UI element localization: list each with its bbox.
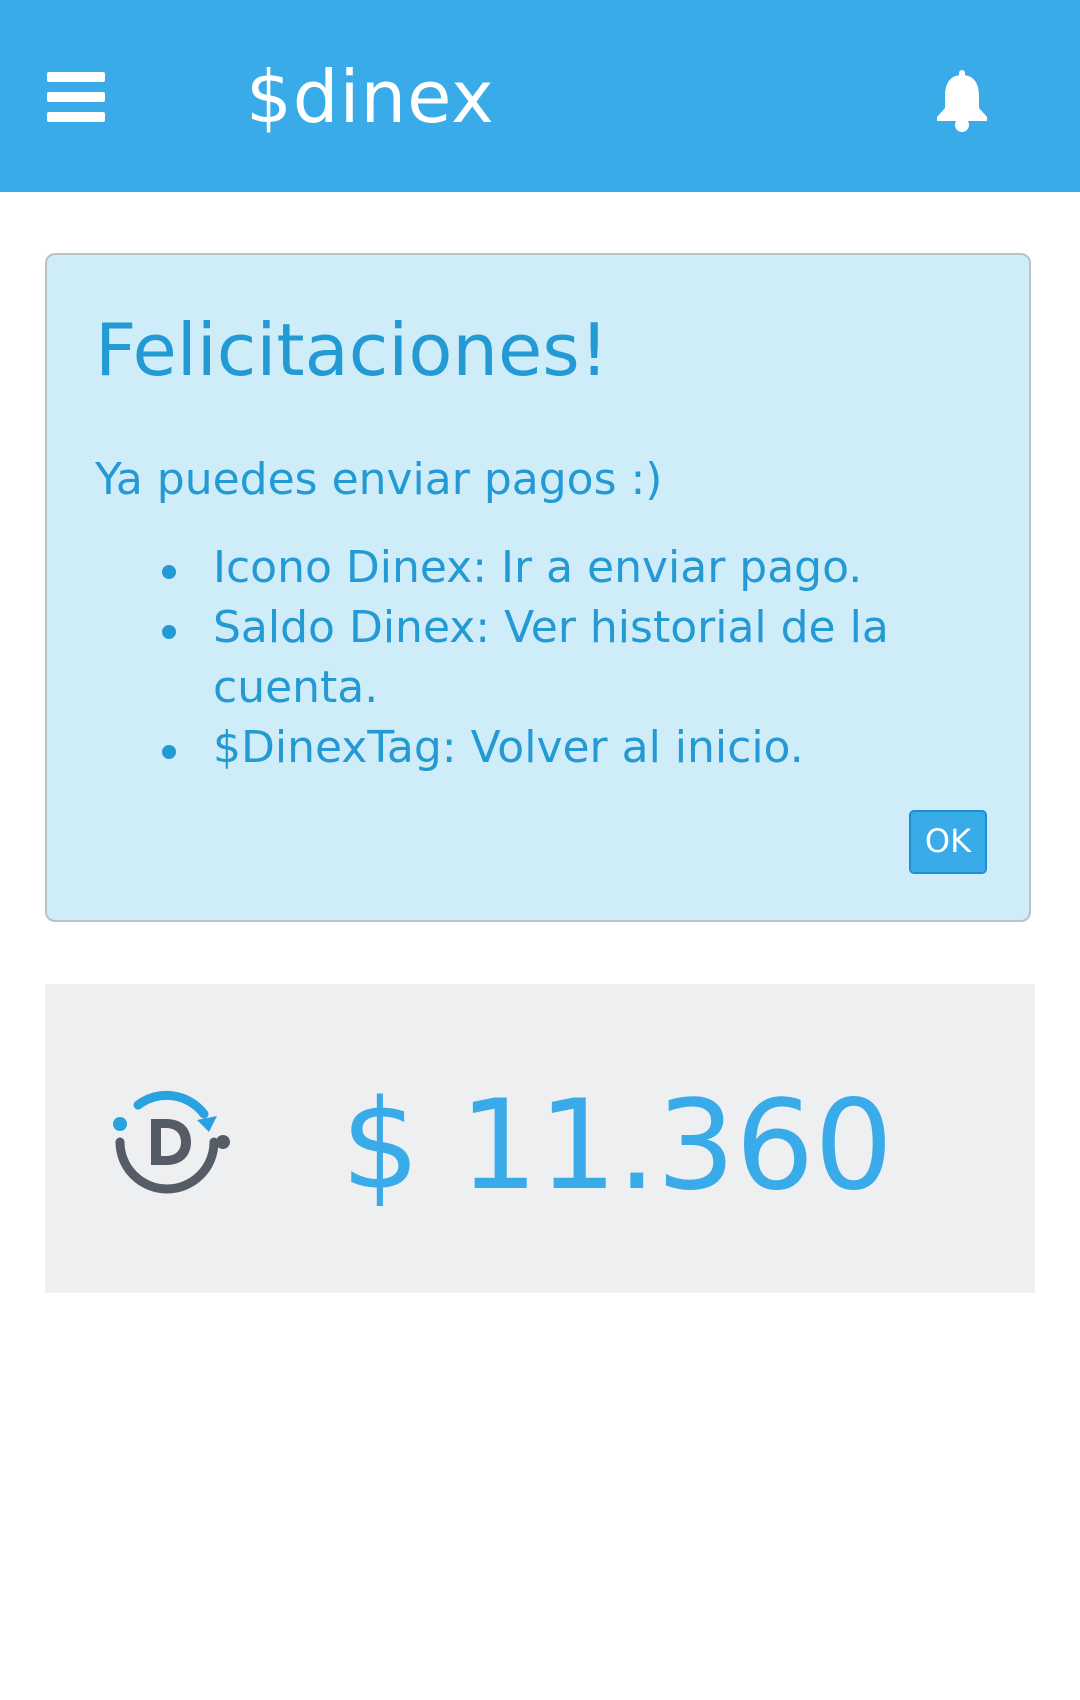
list-item: Saldo Dinex: Ver historial de la cuenta. xyxy=(95,598,955,718)
dinex-logo-icon[interactable] xyxy=(97,1072,237,1212)
balance-card[interactable]: $ 11.360 xyxy=(45,984,1035,1293)
app-title: $dinex xyxy=(246,55,495,139)
ok-button[interactable]: OK xyxy=(909,810,987,874)
alert-message: Ya puedes enviar pagos :) xyxy=(95,454,663,505)
list-item: Icono Dinex: Ir a enviar pago. xyxy=(95,538,955,598)
tips-list: Icono Dinex: Ir a enviar pago. Saldo Din… xyxy=(95,538,955,778)
success-alert: Felicitaciones! Ya puedes enviar pagos :… xyxy=(45,253,1031,922)
top-app-bar: $dinex xyxy=(0,0,1080,192)
bell-icon[interactable] xyxy=(934,70,990,132)
hamburger-menu-icon[interactable] xyxy=(47,72,105,122)
alert-title: Felicitaciones! xyxy=(95,308,609,392)
balance-amount: $ 11.360 xyxy=(341,1074,894,1218)
list-item: $DinexTag: Volver al inicio. xyxy=(95,718,955,778)
